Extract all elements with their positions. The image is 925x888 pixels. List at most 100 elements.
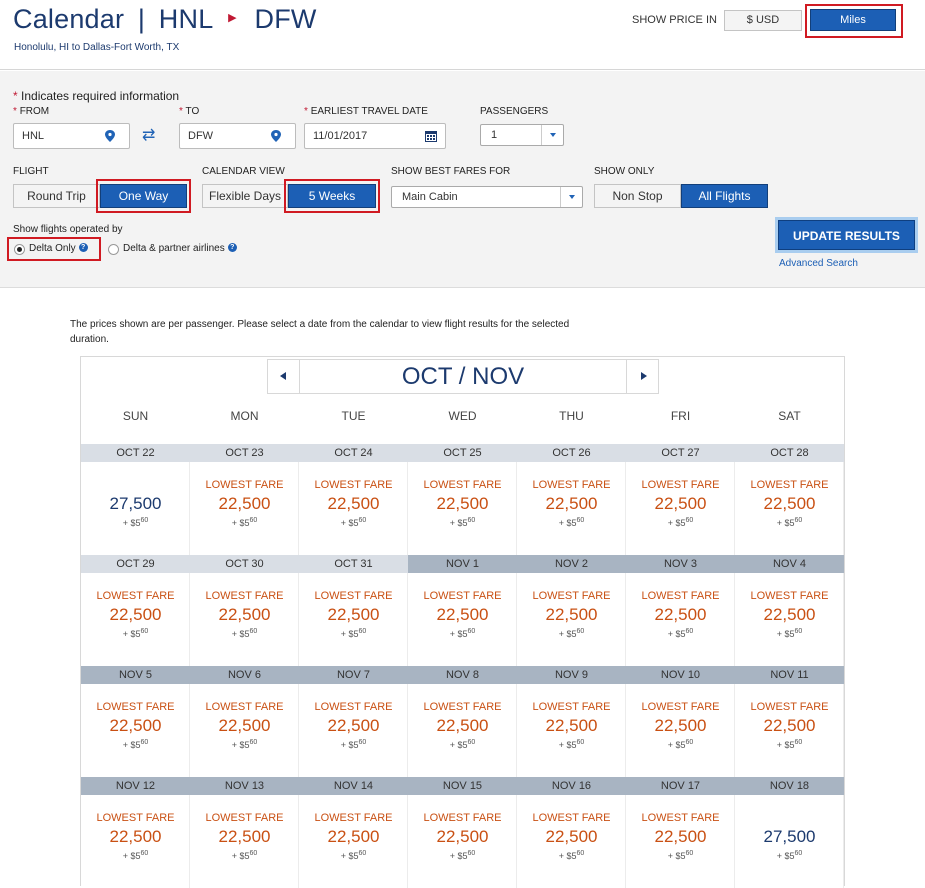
fare-miles[interactable]: 22,500 <box>517 716 626 736</box>
calendar-day-cell[interactable]: NOV 11 LOWEST FARE 22,500 + $560 <box>735 666 844 777</box>
next-month-icon[interactable] <box>626 360 658 393</box>
fare-miles[interactable]: 22,500 <box>517 494 626 514</box>
fare-miles[interactable]: 22,500 <box>81 716 190 736</box>
all-flights-button[interactable]: All Flights <box>681 184 768 208</box>
lowest-fare-label: LOWEST FARE <box>532 479 611 491</box>
calendar-day-cell[interactable]: OCT 29 LOWEST FARE 22,500 + $560 <box>81 555 190 666</box>
fare-miles[interactable]: 22,500 <box>190 827 299 847</box>
passengers-select[interactable]: 1 <box>480 124 564 146</box>
calendar-day-cell[interactable]: OCT 28 LOWEST FARE 22,500 + $560 <box>735 444 844 555</box>
to-label: * TO <box>179 106 200 117</box>
calendar-day-cell[interactable]: NOV 16 LOWEST FARE 22,500 + $560 <box>517 777 626 888</box>
calendar-day-cell[interactable]: OCT 26 LOWEST FARE 22,500 + $560 <box>517 444 626 555</box>
calendar-day-cell[interactable]: NOV 5 LOWEST FARE 22,500 + $560 <box>81 666 190 777</box>
weekday-label: THU <box>559 409 584 423</box>
fare-miles[interactable]: 22,500 <box>81 827 190 847</box>
calendar-day-cell[interactable]: NOV 3 LOWEST FARE 22,500 + $560 <box>626 555 735 666</box>
calendar-day-cell[interactable]: NOV 1 LOWEST FARE 22,500 + $560 <box>408 555 517 666</box>
show-only-label: SHOW ONLY <box>594 166 655 177</box>
fare-miles[interactable]: 22,500 <box>190 716 299 736</box>
lowest-fare-label: LOWEST FARE <box>96 590 175 602</box>
fare-miles[interactable]: 22,500 <box>517 605 626 625</box>
one-way-highlight-box <box>96 179 191 213</box>
delta-partner-label[interactable]: Delta & partner airlines? <box>123 243 237 254</box>
weekday-label: SUN <box>122 409 149 423</box>
calendar-day-cell[interactable]: NOV 10 LOWEST FARE 22,500 + $560 <box>626 666 735 777</box>
calendar-day-cell[interactable]: OCT 30 LOWEST FARE 22,500 + $560 <box>190 555 299 666</box>
lowest-fare-label: LOWEST FARE <box>750 701 829 713</box>
fare-miles[interactable]: 22,500 <box>190 605 299 625</box>
advanced-search-link[interactable]: Advanced Search <box>779 258 858 269</box>
fare-miles[interactable]: 27,500 <box>81 494 190 514</box>
fare-miles[interactable]: 22,500 <box>626 716 735 736</box>
fare-miles[interactable]: 22,500 <box>299 716 408 736</box>
calendar-day-cell[interactable]: NOV 15 LOWEST FARE 22,500 + $560 <box>408 777 517 888</box>
calendar-day-cell[interactable]: NOV 9 LOWEST FARE 22,500 + $560 <box>517 666 626 777</box>
fare-tax: + $560 <box>667 850 694 861</box>
non-stop-button[interactable]: Non Stop <box>594 184 681 208</box>
calendar-view-label: CALENDAR VIEW <box>202 166 285 177</box>
fare-miles[interactable]: 22,500 <box>626 827 735 847</box>
update-results-button[interactable]: UPDATE RESULTS <box>778 220 915 250</box>
fare-miles[interactable]: 22,500 <box>408 605 517 625</box>
miles-highlight-box <box>805 4 903 38</box>
calendar-day-cell[interactable]: NOV 13 LOWEST FARE 22,500 + $560 <box>190 777 299 888</box>
operated-by-label: Show flights operated by <box>13 224 123 235</box>
delta-partner-radio[interactable] <box>108 244 119 255</box>
calendar-day-cell[interactable]: NOV 14 LOWEST FARE 22,500 + $560 <box>299 777 408 888</box>
fare-miles[interactable]: 22,500 <box>81 605 190 625</box>
day-date: NOV 17 <box>626 777 735 795</box>
help-icon[interactable]: ? <box>227 243 237 252</box>
swap-airports-icon[interactable]: ⇄ <box>142 125 155 145</box>
calendar-day-cell[interactable]: OCT 22 27,500 + $560 <box>81 444 190 555</box>
travel-date-input[interactable]: 11/01/2017 <box>304 123 446 149</box>
calendar-day-cell[interactable]: NOV 12 LOWEST FARE 22,500 + $560 <box>81 777 190 888</box>
fare-miles[interactable]: 22,500 <box>408 716 517 736</box>
calendar-day-cell[interactable]: OCT 23 LOWEST FARE 22,500 + $560 <box>190 444 299 555</box>
update-results-wrapper: UPDATE RESULTS <box>775 217 918 253</box>
fare-miles[interactable]: 27,500 <box>735 827 844 847</box>
calendar-day-cell[interactable]: NOV 18 27,500 + $560 <box>735 777 844 888</box>
day-date: NOV 1 <box>408 555 517 573</box>
fare-miles[interactable]: 22,500 <box>735 494 844 514</box>
fare-miles[interactable]: 22,500 <box>408 494 517 514</box>
day-date: OCT 26 <box>517 444 626 462</box>
fare-miles[interactable]: 22,500 <box>626 605 735 625</box>
calendar-day-cell[interactable]: OCT 31 LOWEST FARE 22,500 + $560 <box>299 555 408 666</box>
fare-miles[interactable]: 22,500 <box>517 827 626 847</box>
lowest-fare-label: LOWEST FARE <box>532 701 611 713</box>
day-date: OCT 30 <box>190 555 299 573</box>
fare-miles[interactable]: 22,500 <box>299 494 408 514</box>
prev-month-icon[interactable] <box>268 360 300 393</box>
from-label: * FROM <box>13 106 50 117</box>
usd-toggle-button[interactable]: $ USD <box>724 10 802 31</box>
fare-miles[interactable]: 22,500 <box>408 827 517 847</box>
fare-miles[interactable]: 22,500 <box>190 494 299 514</box>
calendar-icon[interactable] <box>425 130 437 142</box>
round-trip-button[interactable]: Round Trip <box>13 184 100 208</box>
calendar-day-cell[interactable]: NOV 7 LOWEST FARE 22,500 + $560 <box>299 666 408 777</box>
flexible-days-button[interactable]: Flexible Days <box>202 184 288 208</box>
calendar-day-cell[interactable]: OCT 25 LOWEST FARE 22,500 + $560 <box>408 444 517 555</box>
fare-tax: + $560 <box>231 628 258 639</box>
calendar-day-cell[interactable]: NOV 4 LOWEST FARE 22,500 + $560 <box>735 555 844 666</box>
calendar-day-cell[interactable]: NOV 6 LOWEST FARE 22,500 + $560 <box>190 666 299 777</box>
calendar-day-cell[interactable]: NOV 2 LOWEST FARE 22,500 + $560 <box>517 555 626 666</box>
calendar-day-cell[interactable]: OCT 27 LOWEST FARE 22,500 + $560 <box>626 444 735 555</box>
from-input[interactable]: HNL <box>13 123 130 149</box>
fare-miles[interactable]: 22,500 <box>626 494 735 514</box>
fare-miles[interactable]: 22,500 <box>299 827 408 847</box>
calendar-day-cell[interactable]: OCT 24 LOWEST FARE 22,500 + $560 <box>299 444 408 555</box>
fare-tax: + $560 <box>449 850 476 861</box>
to-input[interactable]: DFW <box>179 123 296 149</box>
show-price-label: SHOW PRICE IN <box>632 14 717 26</box>
fare-miles[interactable]: 22,500 <box>735 716 844 736</box>
delta-only-highlight-box <box>7 237 101 261</box>
calendar-day-cell[interactable]: NOV 8 LOWEST FARE 22,500 + $560 <box>408 666 517 777</box>
calendar-day-cell[interactable]: NOV 17 LOWEST FARE 22,500 + $560 <box>626 777 735 888</box>
cabin-select[interactable]: Main Cabin <box>391 186 583 208</box>
fare-miles[interactable]: 22,500 <box>299 605 408 625</box>
fare-miles[interactable]: 22,500 <box>735 605 844 625</box>
lowest-fare-label: LOWEST FARE <box>205 812 284 824</box>
lowest-fare-label: LOWEST FARE <box>641 479 720 491</box>
